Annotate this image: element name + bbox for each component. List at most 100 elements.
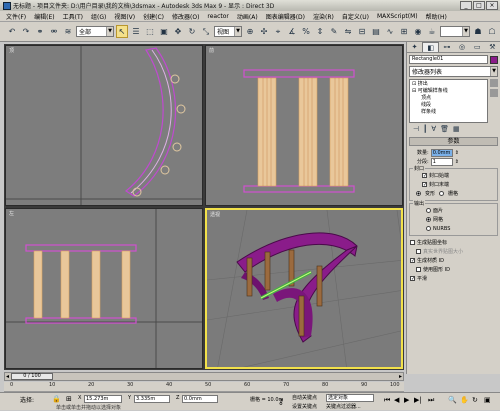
spinner-snap-icon[interactable]: ⇕ xyxy=(314,25,326,38)
goto-start-icon[interactable]: ⏮ xyxy=(384,396,390,405)
object-color-swatch[interactable] xyxy=(490,55,498,64)
time-ruler[interactable]: 0 10 20 30 40 50 60 70 80 90 100 xyxy=(4,382,404,392)
menu-group[interactable]: 组(G) xyxy=(91,12,106,21)
render-setup-icon[interactable]: ☕ xyxy=(426,25,438,38)
key-mode-select[interactable]: 选定对象 xyxy=(326,394,374,402)
tab-utilities-icon[interactable]: ⚒ xyxy=(485,42,500,52)
minimize-button[interactable]: _ xyxy=(460,1,472,10)
remove-modifier-icon[interactable]: 🗑 xyxy=(440,125,449,133)
stack-item-extrude[interactable]: ⊡ 挤出 xyxy=(412,81,485,88)
morph-radio[interactable] xyxy=(416,191,421,196)
maximize-viewport-icon[interactable]: ▣ xyxy=(484,396,491,404)
render-last-icon[interactable]: ☖ xyxy=(486,25,498,38)
prev-key-icon[interactable]: ◀ xyxy=(394,396,399,404)
menu-modifiers[interactable]: 修改器(O) xyxy=(172,12,199,21)
spinner-icon[interactable]: ⇕ xyxy=(455,150,459,156)
cap-start-checkbox[interactable]: ✓ xyxy=(422,173,427,179)
menu-views[interactable]: 视图(V) xyxy=(114,12,135,21)
x-coordinate-field[interactable]: 15.273m xyxy=(84,395,122,403)
set-key-button[interactable]: 设置关键点 xyxy=(292,403,317,410)
viewport-perspective[interactable]: 透视 xyxy=(205,208,403,369)
select-scale-icon[interactable]: ⤡ xyxy=(200,25,212,38)
params-rollout-header[interactable]: 参数 xyxy=(409,137,498,146)
quick-render-icon[interactable]: ☗ xyxy=(472,25,484,38)
menu-rendering[interactable]: 渲染(R) xyxy=(313,12,334,21)
key-icon[interactable]: ⚷ xyxy=(278,397,284,406)
tab-hierarchy-icon[interactable]: ⊶ xyxy=(439,42,454,52)
menu-maxscript[interactable]: MAXScript(M) xyxy=(377,13,418,20)
show-end-result-icon[interactable]: ┃ xyxy=(423,125,427,133)
auto-key-button[interactable]: 自动关键点 xyxy=(292,394,317,401)
pivot-center-icon[interactable]: ⊕ xyxy=(244,25,256,38)
select-move-icon[interactable]: ✥ xyxy=(172,25,184,38)
menu-customize[interactable]: 自定义(U) xyxy=(342,12,369,21)
stack-sub-vertex[interactable]: 顶点 xyxy=(412,95,485,102)
menu-graph-editors[interactable]: 图表编辑器(D) xyxy=(266,12,305,21)
gen-mapping-checkbox[interactable] xyxy=(410,240,415,245)
angle-snap-icon[interactable]: ∡ xyxy=(286,25,298,38)
maximize-button[interactable]: □ xyxy=(473,1,485,10)
patch-radio[interactable] xyxy=(426,208,431,213)
absolute-mode-icon[interactable]: ⊞ xyxy=(66,395,72,403)
tab-motion-icon[interactable]: ◎ xyxy=(455,42,470,52)
object-name-field[interactable]: Rectangle01 xyxy=(409,55,488,64)
select-rotate-icon[interactable]: ↻ xyxy=(186,25,198,38)
time-slider[interactable]: ◂ 0 / 100 ▸ xyxy=(4,372,404,381)
menu-animation[interactable]: 动画(A) xyxy=(237,12,258,21)
menu-tools[interactable]: 工具(T) xyxy=(63,12,83,21)
tab-create-icon[interactable]: ✦ xyxy=(407,42,422,52)
use-shape-ids-checkbox[interactable] xyxy=(416,267,421,272)
amount-input[interactable]: 0.0mm xyxy=(430,148,453,157)
manipulate-icon[interactable]: ✣ xyxy=(258,25,270,38)
next-frame-icon[interactable]: ▸ xyxy=(399,373,402,380)
close-button[interactable]: × xyxy=(486,1,498,10)
menu-create[interactable]: 创建(C) xyxy=(143,12,164,21)
y-coordinate-field[interactable]: 3.335m xyxy=(134,395,170,403)
mirror-icon[interactable]: ⇋ xyxy=(342,25,354,38)
configure-sets-icon[interactable]: ▦ xyxy=(453,125,460,133)
make-unique-icon[interactable]: ∀ xyxy=(431,125,436,133)
tab-modify-icon[interactable]: ◧ xyxy=(422,42,440,52)
menu-file[interactable]: 文件(F) xyxy=(6,12,26,21)
menu-help[interactable]: 帮助(H) xyxy=(426,12,447,21)
window-crossing-icon[interactable]: ▣ xyxy=(158,25,170,38)
stack-item-editable-spline[interactable]: ⊟ 可编辑样条线 xyxy=(412,88,485,95)
spinner-icon[interactable]: ⇕ xyxy=(455,159,459,165)
stack-side-icon[interactable] xyxy=(490,79,498,87)
reference-coord-select[interactable]: 视图 ▼ xyxy=(214,26,242,37)
viewport-top[interactable]: 顶 xyxy=(5,45,203,206)
smooth-checkbox[interactable]: ✓ xyxy=(410,276,415,282)
unlink-icon[interactable]: ⚮ xyxy=(48,25,60,38)
snap-toggle-icon[interactable]: ⌖ xyxy=(272,25,284,38)
curve-editor-icon[interactable]: ∿ xyxy=(384,25,396,38)
segments-input[interactable]: 1 xyxy=(430,157,453,166)
mesh-radio[interactable] xyxy=(426,217,431,222)
stack-sub-spline[interactable]: 样条线 xyxy=(412,109,485,116)
select-by-name-icon[interactable]: ☰ xyxy=(130,25,142,38)
menu-reactor[interactable]: reactor xyxy=(207,13,229,20)
viewport-left[interactable]: 左 xyxy=(5,208,203,369)
modifier-list-select[interactable]: 修改器列表 ▼ xyxy=(409,66,498,77)
next-key-icon[interactable]: ▶| xyxy=(414,396,422,404)
pan-icon[interactable]: ✋ xyxy=(460,396,469,404)
menu-edit[interactable]: 编辑(E) xyxy=(34,12,54,21)
real-world-checkbox[interactable] xyxy=(416,249,421,254)
key-filters-button[interactable]: 关键点过滤器... xyxy=(326,403,361,410)
material-editor-icon[interactable]: ◉ xyxy=(412,25,424,38)
goto-end-icon[interactable]: ⏭ xyxy=(428,396,434,405)
pin-stack-icon[interactable]: ⊣ xyxy=(413,125,419,133)
stack-side-icon[interactable] xyxy=(490,89,498,97)
orbit-icon[interactable]: ↻ xyxy=(472,396,478,404)
rectangle-selection-icon[interactable]: ⬚ xyxy=(144,25,156,38)
prev-frame-icon[interactable]: ◂ xyxy=(6,373,9,380)
time-slider-thumb[interactable]: 0 / 100 xyxy=(11,373,54,380)
z-coordinate-field[interactable]: 0.0mm xyxy=(182,395,218,403)
nurbs-radio[interactable] xyxy=(426,226,431,231)
stack-sub-segment[interactable]: 线段 xyxy=(412,102,485,109)
grid-radio[interactable] xyxy=(439,191,445,196)
viewport-front[interactable]: 前 xyxy=(205,45,403,206)
align-icon[interactable]: ⊟ xyxy=(356,25,368,38)
lock-selection-icon[interactable]: 🔒 xyxy=(52,395,61,403)
zoom-icon[interactable]: 🔍 xyxy=(448,396,457,404)
tab-display-icon[interactable]: ▭ xyxy=(470,42,485,52)
